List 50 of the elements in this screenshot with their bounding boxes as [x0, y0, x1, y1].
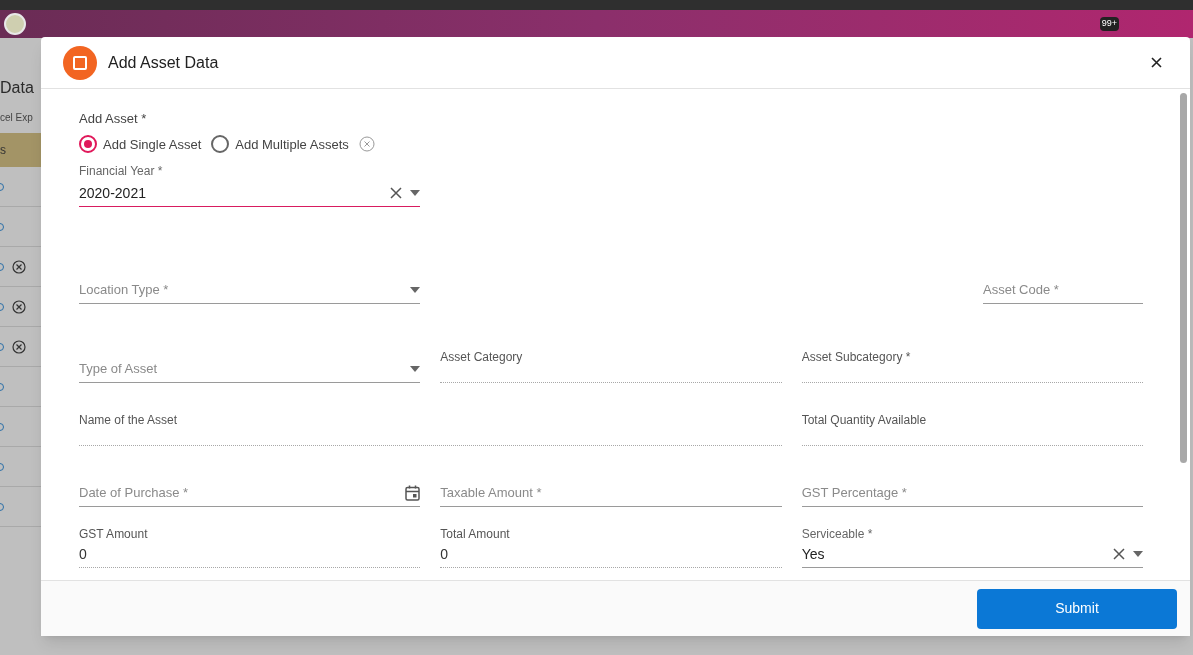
dropdown-field[interactable]: Serviceable * Yes — [801, 524, 1143, 568]
remove-icon[interactable] — [12, 259, 26, 274]
dropdown-field[interactable]: Financial Year * 2020-2021 — [79, 162, 420, 207]
dropdown-field[interactable]: Location Type * — [79, 260, 421, 304]
field-value: Yes — [801, 544, 826, 564]
close-icon — [1150, 57, 1162, 68]
remove-icon[interactable] — [12, 299, 26, 314]
page-heading: Data — [0, 78, 35, 98]
input-field[interactable]: Asset Code * — [983, 260, 1143, 304]
field-label: Name of the Asset — [79, 413, 179, 427]
submit-button[interactable]: Submit — [977, 588, 1177, 629]
field-label: Asset Subcategory * — [801, 350, 912, 364]
dialog-title: Add Asset Data — [108, 52, 219, 73]
calendar-icon[interactable] — [405, 485, 421, 501]
clear-icon[interactable] — [1113, 548, 1125, 560]
dropdown-caret-icon[interactable] — [410, 287, 421, 293]
scrollbar-thumb[interactable] — [1180, 93, 1187, 463]
remove-icon[interactable] — [12, 339, 26, 354]
field-value: 0 — [79, 544, 88, 564]
field-placeholder: GST Percentage * — [801, 484, 908, 503]
field-label: Total Amount — [440, 527, 511, 541]
radio-option[interactable]: Add Multiple Assets — [211, 134, 349, 154]
field-value: 2020-2021 — [79, 183, 147, 203]
notification-badge: 99+ — [1099, 17, 1119, 31]
field-label: GST Amount — [79, 527, 149, 541]
date-field[interactable]: Date of Purchase * — [79, 463, 421, 507]
table-header: s — [0, 133, 41, 167]
field-label: Financial Year * — [79, 163, 164, 180]
dropdown-field[interactable]: Type of Asset — [79, 339, 421, 383]
field-placeholder: Type of Asset — [79, 360, 159, 379]
clear-selection-icon[interactable] — [358, 136, 375, 153]
field-label: Total Quantity Available — [801, 413, 928, 427]
dropdown-caret-icon[interactable] — [410, 366, 421, 372]
input-field[interactable]: Taxable Amount * — [440, 463, 782, 507]
clear-icon[interactable] — [390, 187, 402, 199]
export-button[interactable]: cel Exp — [0, 110, 41, 125]
field-placeholder: Date of Purchase * — [79, 484, 190, 503]
field-label: Asset Category — [440, 350, 524, 364]
emblem-icon — [4, 13, 26, 35]
field-value: 0 — [440, 544, 450, 564]
input-field[interactable]: GST Percentage * — [801, 463, 1143, 507]
field-label: Add Asset * — [79, 110, 148, 128]
field-placeholder: Taxable Amount * — [440, 484, 543, 503]
field-placeholder: Location Type * — [79, 281, 170, 300]
dropdown-caret-icon[interactable] — [410, 190, 420, 196]
field-placeholder: Asset Code * — [983, 281, 1060, 300]
dropdown-caret-icon[interactable] — [1133, 551, 1143, 557]
radio-option[interactable]: Add Single Asset — [79, 134, 202, 154]
field-label: Serviceable * — [801, 527, 874, 541]
dialog-logo-icon — [63, 45, 97, 80]
